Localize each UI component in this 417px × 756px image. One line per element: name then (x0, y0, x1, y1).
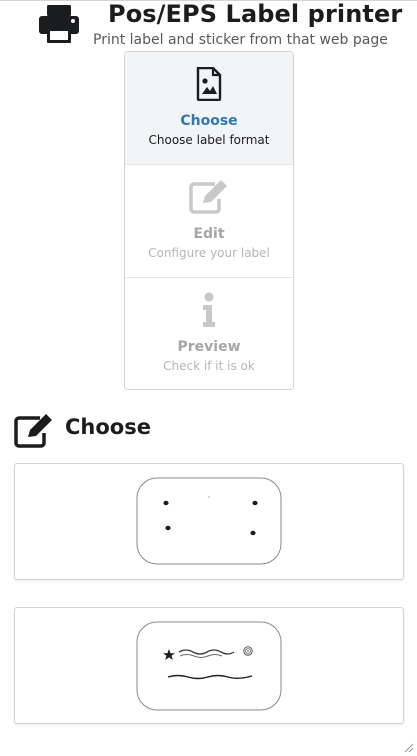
step-description: Check if it is ok (163, 359, 255, 373)
resize-handle-icon[interactable] (402, 741, 414, 753)
step-title: Choose (180, 113, 238, 129)
step-title: Edit (193, 226, 225, 242)
step-description: Configure your label (148, 246, 270, 260)
edit-icon (189, 180, 227, 214)
app-subtitle: Print label and sticker from that web pa… (93, 32, 388, 48)
step-preview[interactable]: Preview Check if it is ok (125, 278, 293, 389)
step-choose[interactable]: Choose Choose label format (125, 52, 293, 164)
label-format-card[interactable] (14, 463, 404, 580)
edit-icon (14, 414, 52, 448)
step-edit[interactable]: Edit Configure your label (125, 165, 293, 277)
label-preview-dots (136, 477, 282, 565)
image-file-icon (196, 67, 222, 101)
info-icon (203, 292, 215, 327)
steps-panel: Choose Choose label format Edit Configur… (124, 51, 294, 390)
app-title: Pos/EPS Label printer (108, 0, 403, 28)
section-title: Choose (65, 415, 151, 439)
label-preview-lines (136, 621, 282, 711)
step-description: Choose label format (148, 133, 270, 147)
printer-icon (39, 5, 79, 43)
label-format-card[interactable] (14, 607, 404, 724)
step-title: Preview (177, 339, 241, 355)
